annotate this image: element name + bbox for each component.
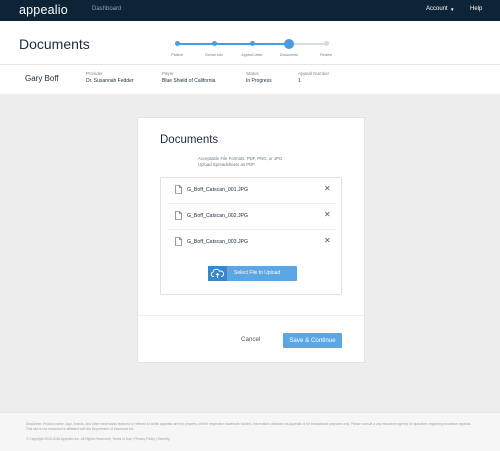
spreadsheet-hint-line: Upload Spreadsheets as PDF — [198, 162, 255, 167]
file-icon — [175, 237, 182, 246]
step-patient-dot[interactable] — [174, 41, 180, 46]
stepper-connector — [289, 43, 326, 45]
file-name: G_Boff_Catscan_002.JPG — [187, 213, 249, 219]
file-icon — [175, 211, 182, 220]
top-nav: appealio Dashboard Account ▼ Help — [0, 0, 500, 21]
file-list: G_Boff_Catscan_001.JPG ✕ G_Boff_Catscan_… — [160, 177, 342, 295]
cancel-button[interactable]: Cancel — [241, 336, 260, 343]
file-format-hint: Acceptable File Formats: PDF, PNG, or JP… — [198, 156, 282, 168]
step-label: Appeal Letter — [241, 53, 263, 57]
provider-value: Dr. Susannah Fedder — [86, 78, 134, 84]
status-label: Status — [246, 71, 259, 76]
file-name: G_Boff_Catscan_003.JPG — [187, 239, 249, 245]
payer-label: Payer — [162, 71, 174, 76]
close-icon[interactable]: ✕ — [324, 210, 331, 219]
step-label: Documents — [279, 53, 299, 57]
stepper-connector — [214, 43, 252, 45]
close-icon[interactable]: ✕ — [324, 184, 331, 193]
appeal-number-value: 1 — [298, 78, 301, 84]
status-value: In Progress — [246, 78, 272, 84]
appeal-number-info: Appeal Number 1 — [298, 71, 329, 84]
file-row: G_Boff_Catscan_001.JPG ✕ — [168, 178, 336, 204]
step-appeal-letter-dot[interactable] — [249, 41, 255, 46]
select-file-label: Select File to Upload — [234, 270, 281, 276]
app-logo[interactable]: appealio — [19, 3, 68, 17]
step-label: Patient — [171, 53, 183, 57]
step-review-dot[interactable] — [323, 41, 329, 46]
stepper-connector — [177, 43, 214, 45]
patient-name: Gary Boff — [25, 74, 59, 83]
select-file-button[interactable]: Select File to Upload — [208, 266, 297, 281]
step-label: Review — [320, 53, 332, 57]
card-title: Documents — [160, 134, 219, 146]
step-documents-dot[interactable] — [284, 39, 294, 49]
save-continue-button[interactable]: Save & Continue — [283, 333, 342, 348]
nav-dashboard-link[interactable]: Dashboard — [92, 6, 121, 12]
page-header: Documents Patient Denial Info Appeal Lette… — [0, 21, 500, 64]
upload-icon-box — [208, 266, 227, 281]
provider-label: Provider — [86, 71, 103, 76]
close-icon[interactable]: ✕ — [324, 236, 331, 245]
page-title: Documents — [19, 36, 90, 52]
footer-disclaimer: Disclaimer: Product name, logo, brands, … — [26, 422, 472, 431]
step-denial-info-dot[interactable] — [211, 41, 217, 46]
step-label: Denial Info — [205, 53, 223, 57]
nav-help-link[interactable]: Help — [470, 6, 482, 12]
page-footer: Disclaimer: Product name, logo, brands, … — [0, 412, 500, 451]
chevron-down-icon[interactable]: ▼ — [450, 7, 454, 12]
progress-stepper: Patient Denial Info Appeal Letter Documents… — [150, 21, 370, 64]
file-row: G_Boff_Catscan_002.JPG ✕ — [168, 204, 336, 230]
payer-value: Blue Shield of California — [162, 78, 216, 84]
patient-info-bar: Gary Boff Provider Dr. Susannah Fedder P… — [0, 64, 500, 94]
file-name: G_Boff_Catscan_001.JPG — [187, 187, 249, 193]
nav-account-menu[interactable]: Account — [426, 6, 448, 12]
provider-info: Provider Dr. Susannah Fedder — [86, 71, 134, 84]
footer-copyright: © Copyright 2015-2016 Appealio Inc. All … — [26, 437, 170, 441]
documents-card: Documents Acceptable File Formats: PDF, … — [137, 117, 365, 363]
file-icon — [175, 185, 182, 194]
appeal-number-label: Appeal Number — [298, 71, 330, 76]
file-row: G_Boff_Catscan_003.JPG ✕ — [168, 230, 336, 256]
cloud-upload-icon — [210, 268, 225, 278]
payer-info: Payer Blue Shield of California — [162, 71, 215, 84]
card-divider — [138, 315, 364, 316]
status-info: Status In Progress — [246, 71, 272, 84]
